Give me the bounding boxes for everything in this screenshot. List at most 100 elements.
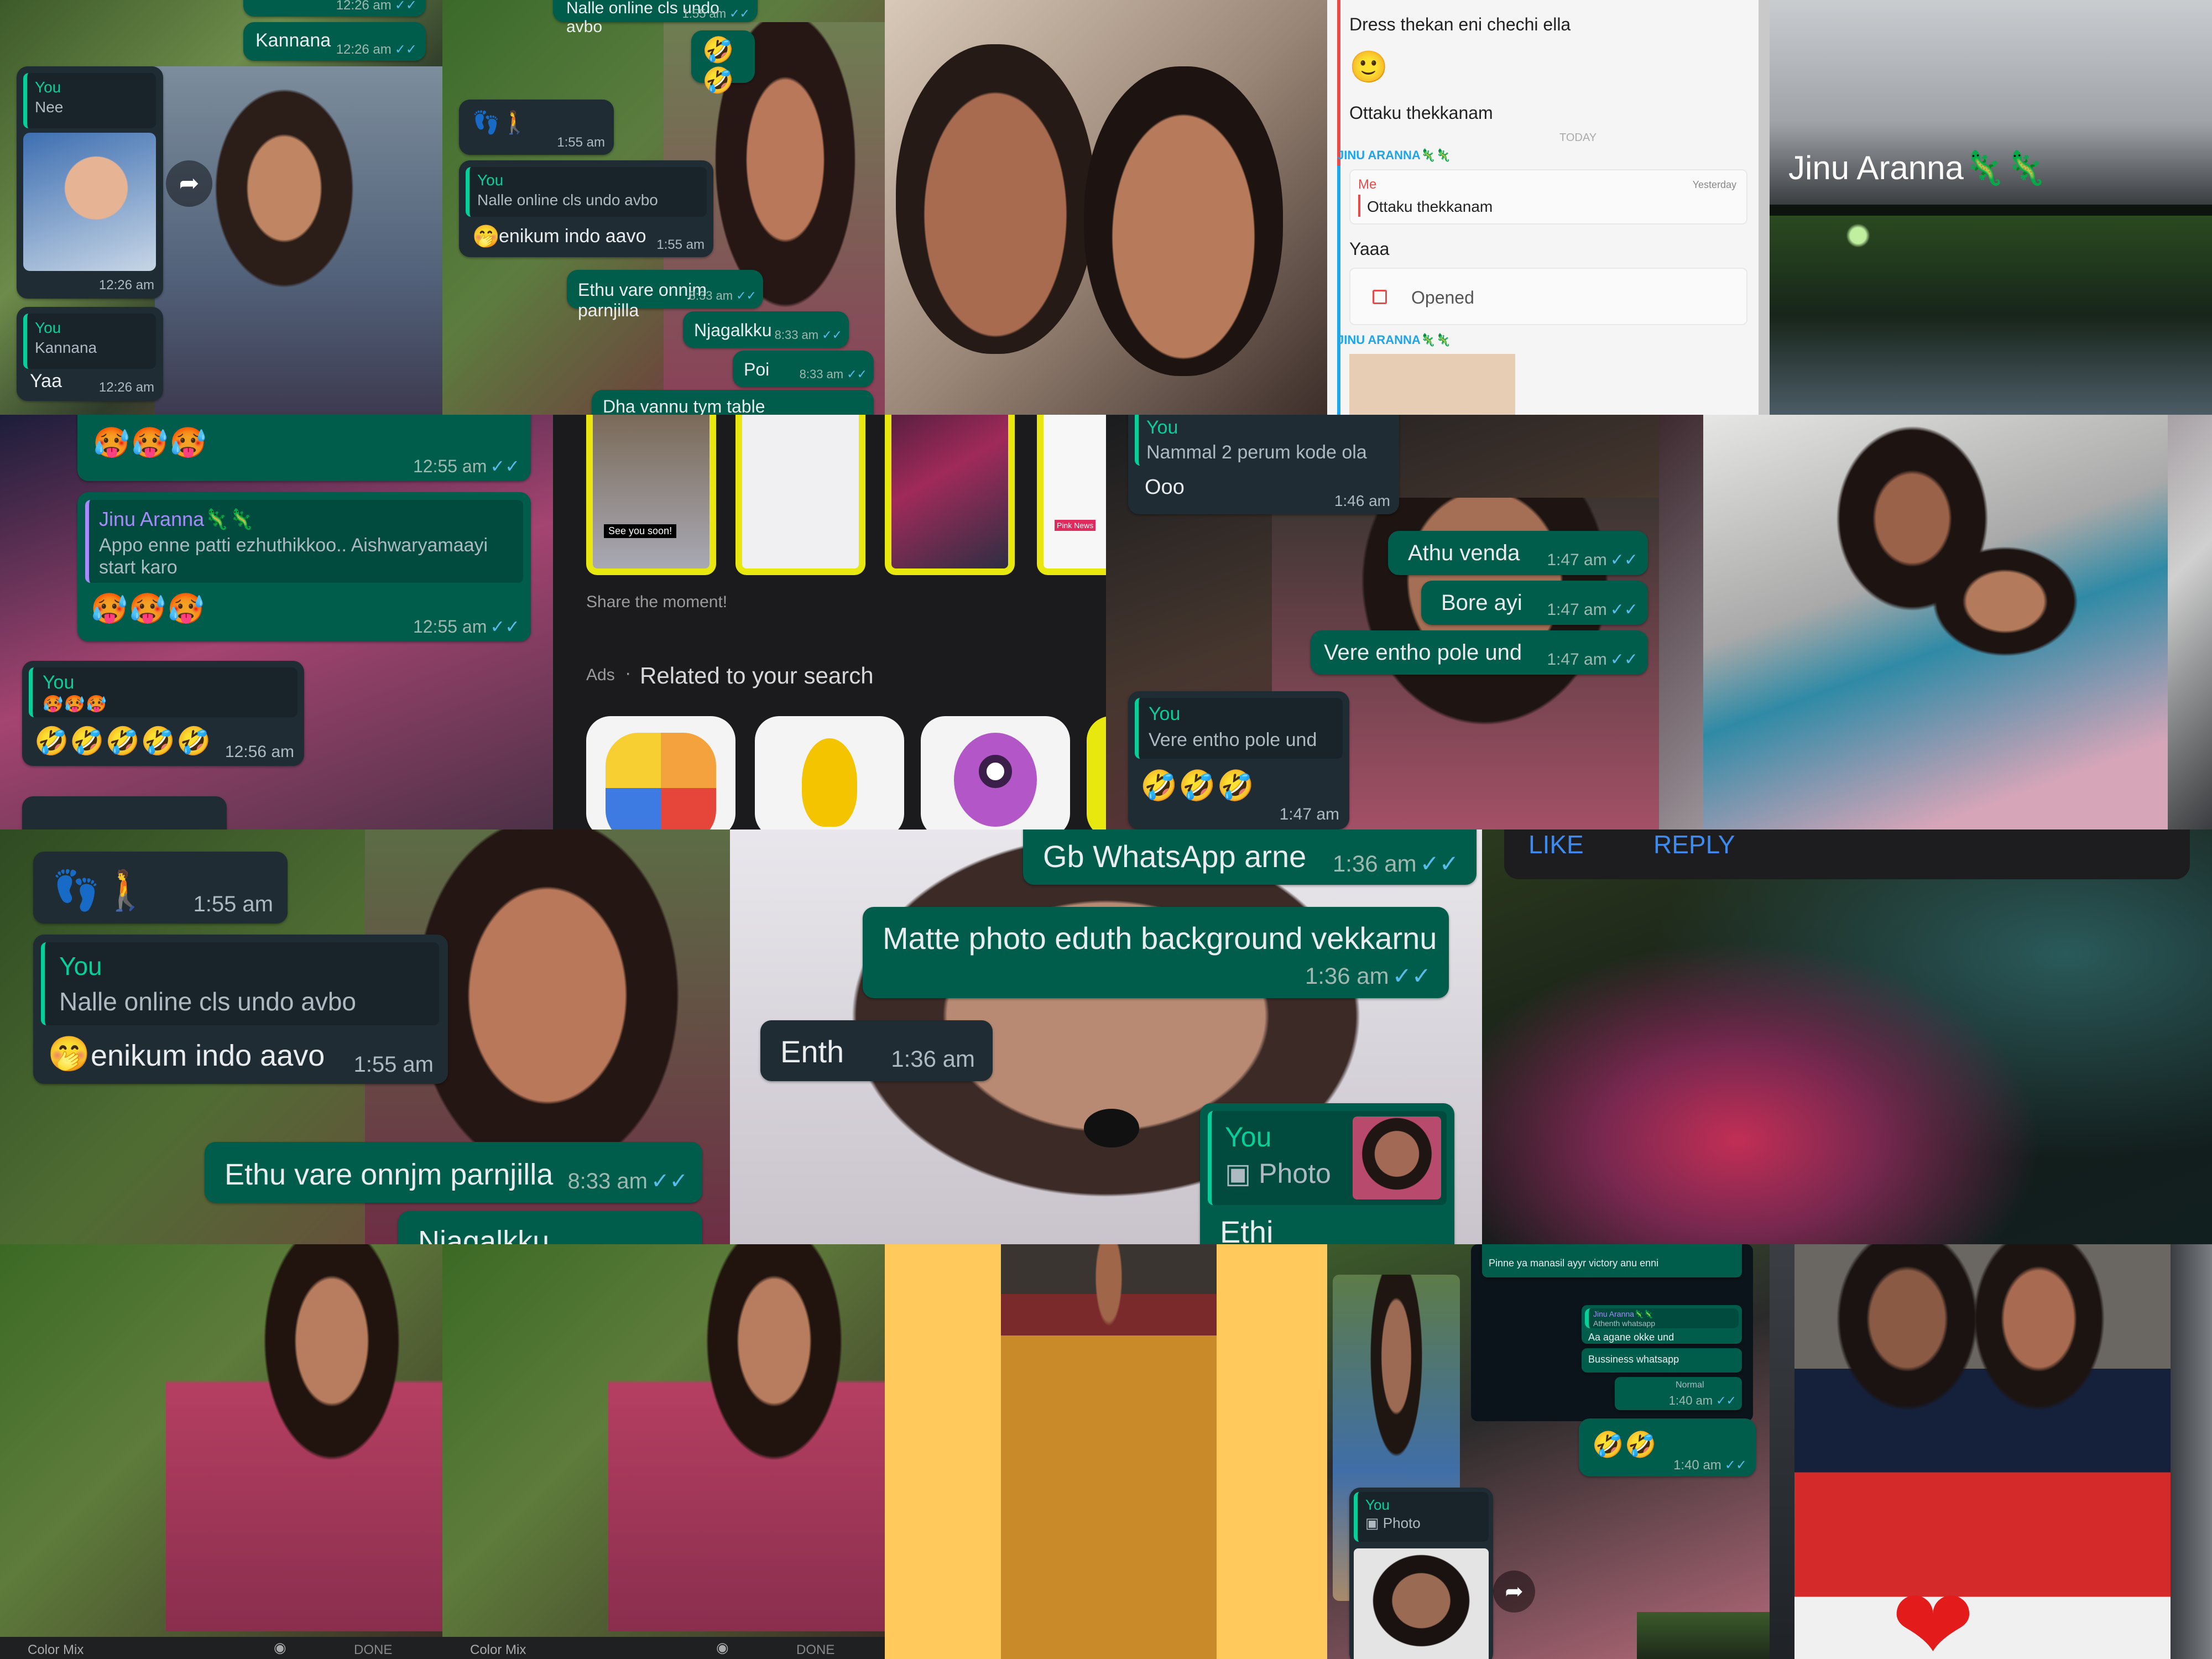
- child-photo[interactable]: [23, 133, 156, 271]
- story-card-4[interactable]: Pink News: [1037, 415, 1106, 575]
- collage-tile-7: See you soon! Pink News Share the moment…: [553, 415, 1106, 830]
- collage-tile-4: Dress thekan eni chechi ella 🙂 Ottaku th…: [1327, 0, 1770, 415]
- message-text: Dha vannu tym table: [603, 397, 765, 415]
- message-you-photo[interactable]: You ▣ Photo: [1349, 1488, 1493, 1659]
- collage-tile-8: You Nammal 2 perum kode ola Ooo 1:46 am …: [1106, 415, 1659, 830]
- camera-icon: ▣: [1365, 1515, 1383, 1531]
- nested-chat: Pinne ya manasil ayyr victory anu enni J…: [1471, 1244, 1753, 1421]
- message-top[interactable]: Nalle online cls undo avbo 1:55 am ✓✓: [553, 0, 758, 36]
- message-bore-ayi[interactable]: Bore ayi 1:47 am ✓✓: [1421, 581, 1648, 625]
- opened-icon: [1373, 290, 1387, 304]
- emoji-text: 👣🚶: [472, 111, 530, 135]
- message-time: 12:26 am ✓✓: [336, 42, 417, 57]
- editor-bar: Color Mix ◉ DONE: [442, 1637, 885, 1659]
- emoji-text: 🤣🤣: [702, 35, 735, 95]
- message-reply[interactable]: You Nalle online cls undo avbo 🤭 enikum …: [459, 160, 713, 257]
- message-footprints[interactable]: 👣🚶 1:55 am: [33, 852, 288, 924]
- app-icon-partial[interactable]: [1087, 716, 1106, 830]
- selfie-face-right: [1084, 66, 1283, 376]
- message-photo-ethi[interactable]: You ▣ Photo Ethi: [1200, 1103, 1454, 1244]
- dot: ·: [625, 662, 632, 684]
- message-time: 1:55 am: [656, 237, 705, 252]
- message-ethu[interactable]: Ethu vare onnjm parnjilla 8:33 am ✓✓: [567, 270, 763, 320]
- share-text: Share the moment!: [586, 593, 728, 611]
- message-athu-venda[interactable]: Athu venda 1:47 am ✓✓: [1388, 531, 1648, 575]
- message-text: Njagalkku: [694, 320, 772, 340]
- message-you-rofl[interactable]: You 🥵🥵🥵 🤣🤣🤣🤣🤣 12:56 am: [22, 661, 304, 766]
- comment-bar: LIKE REPLY: [1504, 830, 2190, 879]
- story-card-1[interactable]: See you soon!: [586, 415, 716, 575]
- editor-bar: Color Mix ◉ DONE: [0, 1637, 442, 1659]
- message-vere-entho[interactable]: Vere entho pole und 1:47 am ✓✓: [1311, 630, 1648, 675]
- app-icon-monster[interactable]: [921, 716, 1070, 830]
- chat-column-blue: [1337, 166, 1340, 415]
- message-yaa[interactable]: You Kannana Yaa 12:26 am: [17, 307, 163, 401]
- message-ooo[interactable]: You Nammal 2 perum kode ola Ooo 1:46 am: [1128, 415, 1399, 514]
- message-time: 1:55 am ✓✓: [682, 7, 750, 20]
- app-icon-sharechat[interactable]: [586, 716, 735, 830]
- date-divider: TODAY: [1559, 132, 1597, 144]
- collage-tile-12: LIKE REPLY: [1482, 830, 2212, 1244]
- snap-thumbnail[interactable]: [1349, 354, 1515, 415]
- collage-tile-17: ❤: [1770, 1244, 2212, 1659]
- collage-tile-2: Nalle online cls undo avbo 1:55 am ✓✓ 🤣🤣 …: [442, 0, 885, 415]
- pose-photo: [166, 1244, 442, 1631]
- like-button[interactable]: LIKE: [1528, 830, 1584, 859]
- message-matte-photo[interactable]: Matte photo eduth background vekkarnu 1:…: [863, 907, 1449, 998]
- opened-status[interactable]: Opened: [1349, 268, 1747, 325]
- saree-photo: [1001, 1244, 1217, 1659]
- message-text: Yaa: [30, 371, 62, 392]
- message-photo-reply[interactable]: You Nee 12:26 am: [17, 66, 163, 299]
- message-you-rofl[interactable]: You Vere entho pole und 🤣🤣🤣 1:47 am: [1128, 691, 1349, 830]
- message-poi[interactable]: Poi 8:33 am ✓✓: [733, 351, 874, 387]
- app-icon-koo[interactable]: [755, 716, 904, 830]
- message-emoji-top[interactable]: 12:26 am ✓✓: [243, 0, 426, 17]
- selfie-face-left: [896, 44, 1095, 354]
- quote-jinu: Jinu Aranna🦎🦎 Appo enne patti ezhuthikko…: [85, 500, 523, 583]
- effect-icon[interactable]: ◉: [716, 1639, 729, 1656]
- message-sad-1[interactable]: 🥵🥵🥵 12:55 am ✓✓: [77, 415, 531, 481]
- photo-thumbnail[interactable]: [1353, 1117, 1441, 1199]
- message-njagalkku[interactable]: Njagalkku 8:33 am ✓✓: [683, 311, 849, 348]
- message-gb-whatsapp[interactable]: Gb WhatsApp arne 1:36 am ✓✓: [1023, 830, 1477, 885]
- chat-line: Yaaa: [1349, 239, 1390, 259]
- message-jinu-reply[interactable]: Jinu Aranna🦎🦎 Appo enne patti ezhuthikko…: [77, 492, 531, 641]
- message-kannana[interactable]: Kannana 12:26 am ✓✓: [243, 22, 426, 61]
- message-reply[interactable]: You Nalle online cls undo avbo 🤭 enikum …: [33, 935, 448, 1084]
- message-ethu[interactable]: Ethu vare onnjm parnjilla 8:33 am ✓✓: [205, 1142, 702, 1203]
- message-enth[interactable]: Enth 1:36 am: [760, 1020, 993, 1081]
- message-time: 12:26 am: [98, 278, 154, 293]
- collage-tile-1: Kannana 12:26 am ✓✓ 12:26 am ✓✓ You Nee 12…: [0, 0, 442, 415]
- done-button[interactable]: DONE: [354, 1642, 392, 1658]
- quote-you: You Nalle online cls undo avbo: [466, 167, 707, 217]
- thumb-corner: [1637, 1612, 1770, 1659]
- message-partial[interactable]: [22, 796, 227, 830]
- message-time: 12:26 am: [98, 380, 154, 395]
- message-emoji[interactable]: 🤣🤣: [691, 30, 755, 95]
- collage-tile-3: [885, 0, 1327, 415]
- collage-tile-14: Color Mix ◉ DONE: [442, 1244, 885, 1659]
- reply-card[interactable]: Me Yesterday Ottaku thekkanam: [1349, 169, 1747, 225]
- right-edge: [2171, 1244, 2212, 1659]
- message-dha[interactable]: Dha vannu tym table: [592, 390, 874, 415]
- emoji-blush: 🙂: [1349, 49, 1388, 84]
- effect-icon[interactable]: ◉: [274, 1639, 286, 1656]
- heart-icon: ❤: [1891, 1570, 1975, 1659]
- message-njagalkku[interactable]: Niagalkku: [398, 1211, 702, 1244]
- story-card-3[interactable]: [885, 415, 1015, 575]
- message-time: 8:33 am ✓✓: [688, 289, 757, 302]
- forward-icon[interactable]: ➦: [166, 160, 212, 207]
- story-card-2[interactable]: [735, 415, 865, 575]
- emoji-shh: 🤭: [472, 225, 500, 249]
- done-button[interactable]: DONE: [796, 1642, 834, 1658]
- collage-tile-10: 👣🚶 1:55 am You Nalle online cls undo avb…: [0, 830, 730, 1244]
- photo-thumbnail[interactable]: [1354, 1548, 1489, 1659]
- quote-you-kannana: You Kannana: [23, 314, 156, 369]
- forward-icon[interactable]: ➦: [1493, 1571, 1535, 1613]
- collage-tile-13: Color Mix ◉ DONE: [0, 1244, 442, 1659]
- message-time: 8:33 am ✓✓: [774, 328, 842, 342]
- reply-button[interactable]: REPLY: [1653, 830, 1735, 859]
- sender-row-2: JINU ARANNA🦎🦎: [1337, 333, 1451, 347]
- message-rofl[interactable]: 🤣🤣 1:40 am ✓✓: [1579, 1418, 1756, 1477]
- message-footprints[interactable]: 👣🚶 1:55 am: [459, 100, 614, 155]
